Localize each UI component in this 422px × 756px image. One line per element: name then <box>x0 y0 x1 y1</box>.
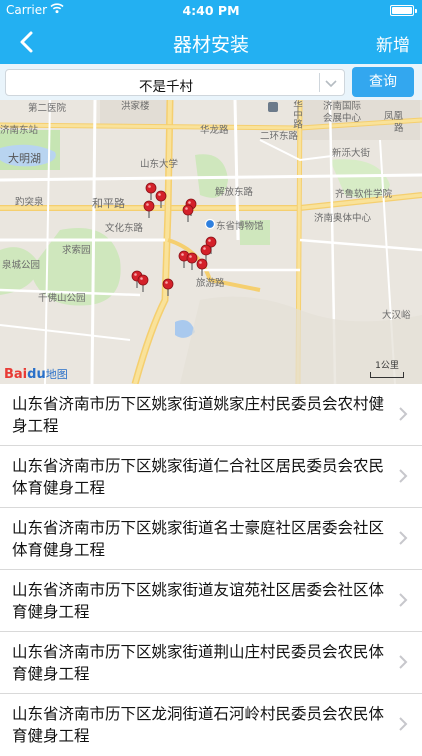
map-view[interactable]: 第二医院 洪家楼 济南国际 会展中心 凤凰 路 济南东站 华龙路 二环东路 大明… <box>0 100 422 384</box>
chevron-right-icon <box>399 531 408 545</box>
list-item-title: 山东省济南市历下区姚家街道姚家庄村民委员会农村健身工程 <box>12 395 385 435</box>
list-item-title: 山东省济南市历下区姚家街道名士豪庭社区居委会社区体育健身工程 <box>12 519 385 559</box>
map-label: 华龙路 <box>200 125 229 136</box>
list-item-title: 山东省济南市历下区姚家街道仁合社区居民委员会农民体育健身工程 <box>12 457 385 497</box>
map-label: 东省博物馆 <box>216 221 264 232</box>
page-title: 器材安装 <box>172 34 249 56</box>
add-button[interactable]: 新增 <box>376 31 410 56</box>
navigation-bar: 器材安装 新增 <box>0 20 422 64</box>
logo-text: 地图 <box>45 368 68 381</box>
map-scale: 1公里 <box>370 358 404 378</box>
map-label: 求索园 <box>62 245 91 256</box>
list-item-title: 山东省济南市历下区姚家街道友谊苑社区居委会社区体育健身工程 <box>12 581 385 621</box>
filter-bar: 不是千村 查询 <box>0 64 422 100</box>
map-label: 新泺大街 <box>332 148 371 159</box>
location-pin-icon[interactable] <box>196 258 208 276</box>
list-item[interactable]: 山东省济南市历下区姚家街道友谊苑社区居委会社区体育健身工程 <box>0 570 422 632</box>
chevron-right-icon <box>399 717 408 731</box>
scale-bar <box>370 372 404 378</box>
map-label: 济南奥体中心 <box>314 213 372 224</box>
list-item[interactable]: 山东省济南市历下区龙洞街道石河岭村民委员会农民体育健身工程 <box>0 694 422 756</box>
map-label: 会展中心 <box>323 113 362 124</box>
battery-icon <box>390 5 417 16</box>
map-label: 华中路 <box>291 100 302 129</box>
map-label: 旅游路 <box>196 278 225 289</box>
map-label: 大汉峪 <box>382 310 411 321</box>
map-label: 齐鲁软件学院 <box>335 189 393 200</box>
map-label: 第二医院 <box>28 103 67 114</box>
map-label: 大明湖 <box>8 152 41 165</box>
village-select[interactable]: 不是千村 <box>5 69 345 96</box>
location-pin-icon[interactable] <box>137 274 149 292</box>
logo-text: Bai <box>4 367 28 382</box>
map-label: 文化东路 <box>105 223 144 234</box>
logo-text: du <box>27 367 46 382</box>
map-label: 和平路 <box>92 197 125 210</box>
list-item-title: 山东省济南市历下区龙洞街道石河岭村民委员会农民体育健身工程 <box>12 705 385 745</box>
list-item[interactable]: 山东省济南市历下区姚家街道姚家庄村民委员会农村健身工程 <box>0 384 422 446</box>
scale-label: 1公里 <box>375 361 399 371</box>
map-label: 洪家楼 <box>121 101 150 112</box>
select-value: 不是千村 <box>139 79 193 95</box>
chevron-right-icon <box>399 469 408 483</box>
location-pin-icon[interactable] <box>182 204 194 222</box>
list-item[interactable]: 山东省济南市历下区姚家街道仁合社区居民委员会农民体育健身工程 <box>0 446 422 508</box>
map-label: 二环东路 <box>260 131 299 142</box>
project-list: 山东省济南市历下区姚家街道姚家庄村民委员会农村健身工程 山东省济南市历下区姚家街… <box>0 384 422 756</box>
clock: 4:40 PM <box>182 3 240 18</box>
status-bar: Carrier 4:40 PM <box>0 0 422 20</box>
top-bar: Carrier 4:40 PM 器材安装 新增 <box>0 0 422 64</box>
chevron-right-icon <box>399 655 408 669</box>
location-pin-icon[interactable] <box>155 190 167 208</box>
chevron-right-icon <box>399 407 408 421</box>
map-label: 路 <box>394 123 404 134</box>
map-label: 泉城公园 <box>2 260 41 271</box>
location-pin-icon[interactable] <box>143 200 155 218</box>
map-label: 解放东路 <box>215 187 254 198</box>
map-label: 山东大学 <box>140 159 179 170</box>
location-pin-icon[interactable] <box>162 278 174 296</box>
list-item-title: 山东省济南市历下区姚家街道荆山庄村民委员会农民体育健身工程 <box>12 643 385 683</box>
baidu-map-logo: Baidu地图 <box>4 366 68 382</box>
select-divider <box>319 73 320 92</box>
chevron-right-icon <box>399 593 408 607</box>
chevron-down-icon[interactable] <box>322 74 340 92</box>
query-button[interactable]: 查询 <box>352 67 414 97</box>
list-item[interactable]: 山东省济南市历下区姚家街道名士豪庭社区居委会社区体育健身工程 <box>0 508 422 570</box>
map-label: 趵突泉 <box>15 197 44 208</box>
map-label: 济南东站 <box>0 125 39 136</box>
list-item[interactable]: 山东省济南市历下区姚家街道荆山庄村民委员会农民体育健身工程 <box>0 632 422 694</box>
map-label: 千佛山公园 <box>38 293 86 304</box>
